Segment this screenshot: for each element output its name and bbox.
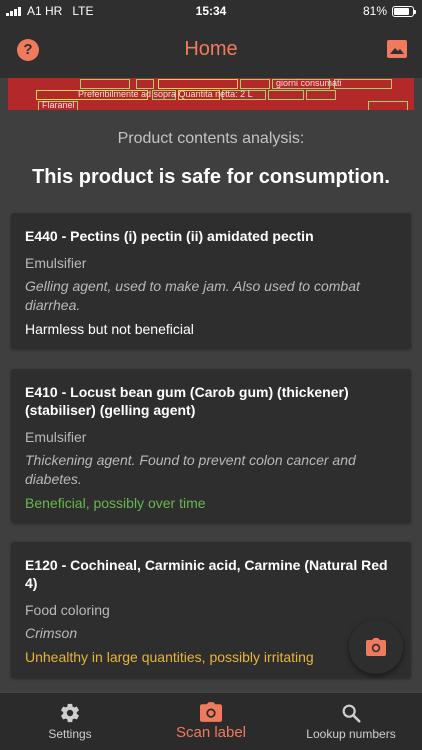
clock: 15:34 [195, 4, 227, 18]
status-bar: A1 HR LTE 15:34 81% [0, 0, 422, 22]
tab-settings-label: Settings [48, 727, 92, 741]
ocr-box [158, 79, 238, 89]
additive-verdict: Unhealthy in large quantities, possibly … [25, 649, 314, 665]
ocr-box [80, 79, 130, 89]
tab-scan-label-label: Scan label [175, 724, 247, 741]
ocr-text: Flaranel [42, 100, 75, 110]
bottom-tab-bar: Settings Scan label Lookup numbers [0, 692, 422, 750]
ocr-box [268, 90, 304, 100]
ocr-box [306, 90, 336, 100]
ocr-text: giorni consumati [276, 78, 342, 88]
ocr-box [136, 79, 154, 89]
camera-icon [200, 702, 222, 722]
additive-category: Emulsifier [25, 429, 87, 445]
additive-verdict: Harmless but not beneficial [25, 321, 194, 337]
analysis-caption: Product contents analysis: [117, 130, 305, 147]
additive-description: Thickening agent. Found to prevent colon… [25, 452, 356, 487]
additive-code: E120 - Cochineal, Carminic acid, Carmine… [25, 557, 388, 591]
ocr-text: Preferibilmente ad sopra Quantita netta:… [78, 89, 253, 99]
ocr-box [334, 79, 392, 89]
ocr-box [368, 101, 408, 110]
additive-card[interactable]: E410 - Locust bean gum (Carob gum) (thic… [11, 369, 411, 523]
gear-icon [61, 703, 79, 723]
additive-description: Crimson [25, 625, 78, 641]
app-header: ? Home [0, 22, 422, 78]
scan-camera-button[interactable] [349, 620, 403, 674]
additive-description: Gelling agent, used to make jam. Also us… [25, 278, 360, 313]
ocr-box [240, 79, 270, 89]
image-icon[interactable] [387, 40, 407, 58]
scanned-label-preview: giorni consumati Preferibilmente ad sopr… [8, 78, 414, 110]
tab-scan-label[interactable]: Scan label [161, 693, 261, 750]
camera-icon [366, 638, 386, 656]
additive-verdict: Beneficial, possibly over time [25, 495, 206, 511]
additive-category: Emulsifier [25, 255, 87, 271]
additive-card[interactable]: E440 - Pectins (i) pectin (ii) amidated … [11, 213, 411, 349]
battery-percent: 81% [362, 4, 387, 18]
additive-code: E440 - Pectins (i) pectin (ii) amidated … [25, 228, 314, 244]
tab-lookup-numbers[interactable]: Lookup numbers [296, 693, 406, 750]
tab-settings[interactable]: Settings [20, 693, 120, 750]
page-title: Home [184, 38, 238, 60]
tab-lookup-numbers-label: Lookup numbers [306, 727, 396, 741]
search-icon [342, 704, 361, 723]
safety-verdict-title: This product is safe for consumption. [32, 166, 390, 188]
battery-icon [392, 5, 416, 17]
additive-code: E410 - Locust bean gum (Carob gum) (thic… [25, 384, 349, 418]
additive-category: Food coloring [25, 602, 110, 618]
